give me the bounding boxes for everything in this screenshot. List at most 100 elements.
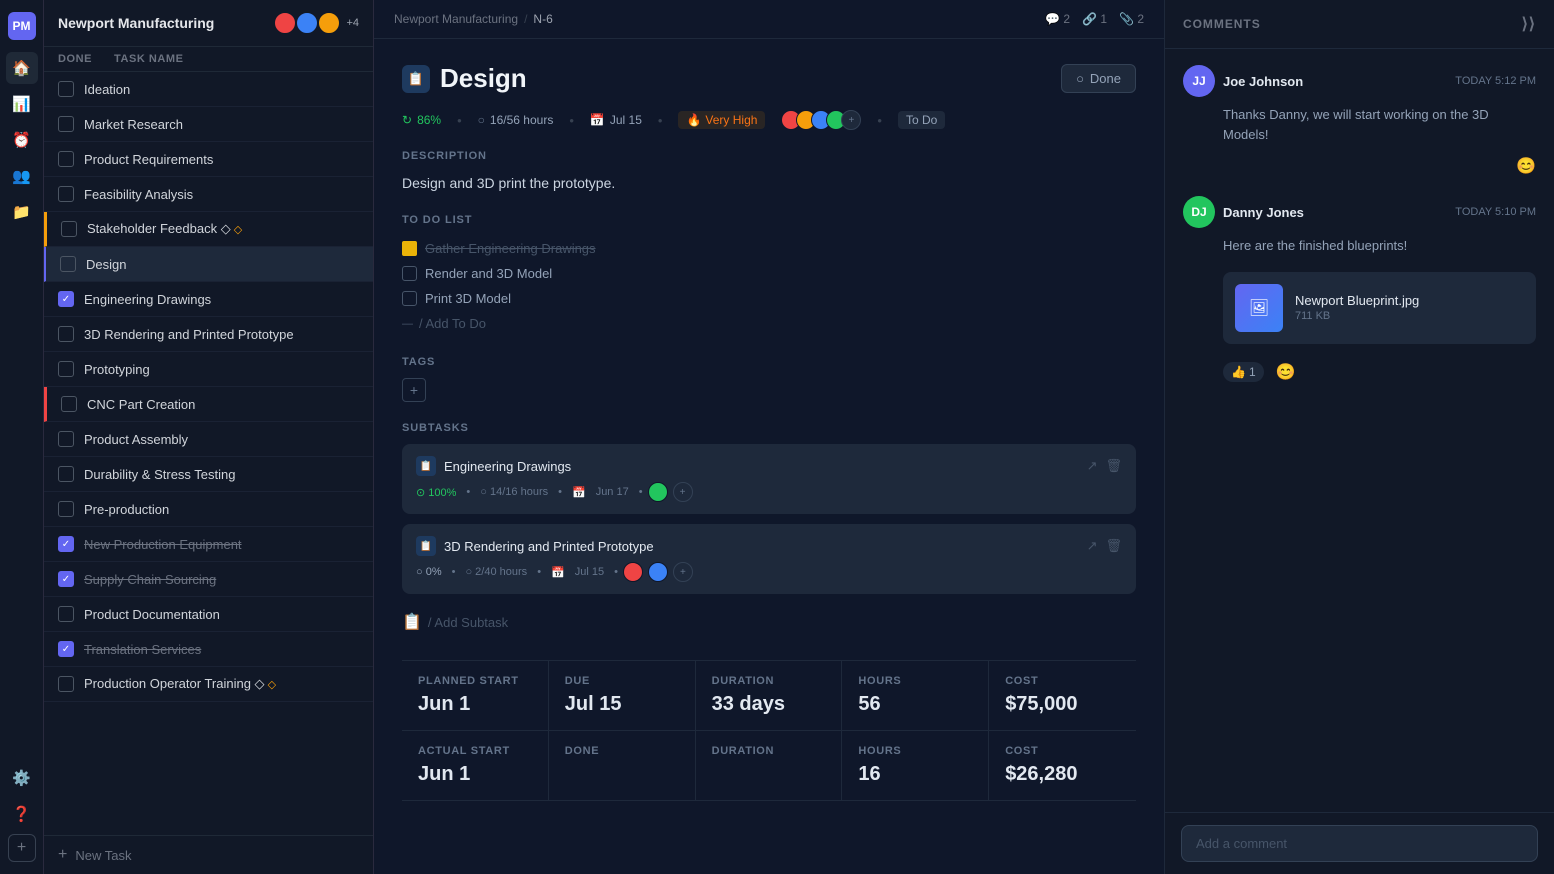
task-checkbox-13[interactable]	[58, 501, 74, 517]
todo-check-2[interactable]	[402, 266, 417, 281]
nav-help[interactable]: ❓	[6, 798, 38, 830]
task-item-16[interactable]: Product Documentation	[44, 597, 373, 632]
task-checkbox-16[interactable]	[58, 606, 74, 622]
new-task-row[interactable]: + New Task	[44, 835, 373, 874]
task-item-4[interactable]: Feasibility Analysis	[44, 177, 373, 212]
todo-check-3[interactable]	[402, 291, 417, 306]
add-todo-row[interactable]: — / Add To Do	[402, 311, 1136, 336]
subtask-1-delete[interactable]: 🗑	[1105, 458, 1122, 474]
subtask-2-title[interactable]: 3D Rendering and Printed Prototype	[444, 539, 654, 554]
subtask-2-dot: •	[452, 566, 456, 578]
task-item-1[interactable]: Ideation	[44, 72, 373, 107]
add-subtask-row[interactable]: 📋 / Add Subtask	[402, 604, 1136, 640]
task-checkbox-4[interactable]	[58, 186, 74, 202]
task-checkbox-12[interactable]	[58, 466, 74, 482]
nav-clock[interactable]: ⏰	[6, 124, 38, 156]
actual-start-cell: ACTUAL START Jun 1	[402, 731, 549, 800]
comment-2-meta: DJ Danny Jones TODAY 5:10 PM	[1183, 196, 1536, 228]
new-task-label: New Task	[75, 848, 131, 863]
subtask-2-external-link[interactable]: ↗	[1087, 538, 1098, 554]
subtask-2-add-assignee[interactable]: +	[673, 562, 693, 582]
nav-folder[interactable]: 📁	[6, 196, 38, 228]
todo-item-3: Print 3D Model	[402, 286, 1136, 311]
planned-start-cell: PLANNED START Jun 1	[402, 661, 549, 730]
comments-toggle-button[interactable]: ⟩⟩	[1522, 14, 1536, 34]
task-checkbox-17[interactable]	[58, 641, 74, 657]
priority-badge[interactable]: 🔥 Very High	[678, 111, 765, 129]
nav-add-button[interactable]: +	[8, 834, 36, 862]
breadcrumb-project[interactable]: Newport Manufacturing	[394, 12, 518, 26]
main-content: Newport Manufacturing / N-6 💬 2 🔗 1 📎 2 …	[374, 0, 1164, 874]
task-checkbox-14[interactable]	[58, 536, 74, 552]
nav-settings[interactable]: ⚙️	[6, 762, 38, 794]
task-name-7: Engineering Drawings	[84, 292, 211, 307]
task-item-11[interactable]: Product Assembly	[44, 422, 373, 457]
task-item-10[interactable]: CNC Part Creation	[44, 387, 373, 422]
comment-input-area	[1165, 812, 1554, 874]
task-checkbox-5[interactable]	[61, 221, 77, 237]
attachment-card: 🖼 Newport Blueprint.jpg 711 KB	[1223, 272, 1536, 344]
task-item-8[interactable]: 3D Rendering and Printed Prototype	[44, 317, 373, 352]
task-checkbox-7[interactable]	[58, 291, 74, 307]
task-item-5[interactable]: Stakeholder Feedback ◇	[44, 212, 373, 247]
task-item-17[interactable]: Translation Services	[44, 632, 373, 667]
nav-people[interactable]: 👥	[6, 160, 38, 192]
left-nav: PM 🏠 📊 ⏰ 👥 📁 ⚙️ ❓ +	[0, 0, 44, 874]
actual-duration-cell: DURATION	[696, 731, 843, 800]
comment-input[interactable]	[1181, 825, 1538, 862]
task-item-6[interactable]: Design	[44, 247, 373, 282]
subtask-2-delete[interactable]: 🗑	[1105, 538, 1122, 554]
col-name-header: TASK NAME	[114, 53, 359, 65]
todo-label: TO DO LIST	[402, 214, 1136, 226]
avatar-2	[296, 12, 318, 34]
subtask-1-add-assignee[interactable]: +	[673, 482, 693, 502]
task-checkbox-1[interactable]	[58, 81, 74, 97]
task-checkbox-10[interactable]	[61, 396, 77, 412]
comments-icon: 💬 2	[1045, 12, 1070, 26]
task-checkbox-11[interactable]	[58, 431, 74, 447]
task-item-2[interactable]: Market Research	[44, 107, 373, 142]
subtask-1-title[interactable]: Engineering Drawings	[444, 459, 571, 474]
task-item-15[interactable]: Supply Chain Sourcing	[44, 562, 373, 597]
task-item-7[interactable]: Engineering Drawings	[44, 282, 373, 317]
thumbs-up-reaction[interactable]: 👍 1	[1223, 362, 1264, 382]
subtask-2-icon: 📋	[416, 536, 436, 556]
task-checkbox-18[interactable]	[58, 676, 74, 692]
actual-cost-cell: COST $26,280	[989, 731, 1136, 800]
subtask-1-title-row: 📋 Engineering Drawings	[416, 456, 571, 476]
comment-1-reaction[interactable]: 😊	[1183, 156, 1536, 176]
task-item-14[interactable]: New Production Equipment	[44, 527, 373, 562]
hours-value: 16/56 hours	[490, 113, 553, 127]
task-checkbox-8[interactable]	[58, 326, 74, 342]
project-title: Newport Manufacturing	[58, 15, 214, 31]
subtask-1-external-link[interactable]: ↗	[1087, 458, 1098, 474]
nav-home[interactable]: 🏠	[6, 52, 38, 84]
nav-chart[interactable]: 📊	[6, 88, 38, 120]
subtask-1-header: 📋 Engineering Drawings ↗ 🗑	[416, 456, 1122, 476]
task-meta-row: ↻ 86% • ○ 16/56 hours • 📅 Jul 15 • 🔥 Ver…	[402, 110, 1136, 130]
todo-check-1[interactable]	[402, 241, 417, 256]
task-checkbox-15[interactable]	[58, 571, 74, 587]
column-headers: DONE TASK NAME	[44, 47, 373, 72]
task-checkbox-3[interactable]	[58, 151, 74, 167]
task-sidebar-header: Newport Manufacturing +4	[44, 0, 373, 47]
task-item-9[interactable]: Prototyping	[44, 352, 373, 387]
task-name-18: Production Operator Training ◇	[84, 676, 276, 692]
task-item-3[interactable]: Product Requirements	[44, 142, 373, 177]
breadcrumb-separator: /	[524, 12, 527, 26]
task-status-badge[interactable]: To Do	[898, 111, 945, 129]
task-checkbox-2[interactable]	[58, 116, 74, 132]
task-checkbox-9[interactable]	[58, 361, 74, 377]
task-item-13[interactable]: Pre-production	[44, 492, 373, 527]
task-item-18[interactable]: Production Operator Training ◇	[44, 667, 373, 702]
app-logo[interactable]: PM	[8, 12, 36, 40]
add-tag-button[interactable]: +	[402, 378, 426, 402]
add-assignee-button[interactable]: +	[841, 110, 861, 130]
done-cell: DONE	[549, 731, 696, 800]
status-button[interactable]: ○ Done	[1061, 64, 1136, 93]
task-checkbox-6[interactable]	[60, 256, 76, 272]
add-reaction-button[interactable]: 😊	[1276, 362, 1296, 382]
task-item-12[interactable]: Durability & Stress Testing	[44, 457, 373, 492]
links-icon: 🔗 1	[1082, 12, 1107, 26]
task-name-1: Ideation	[84, 82, 130, 97]
